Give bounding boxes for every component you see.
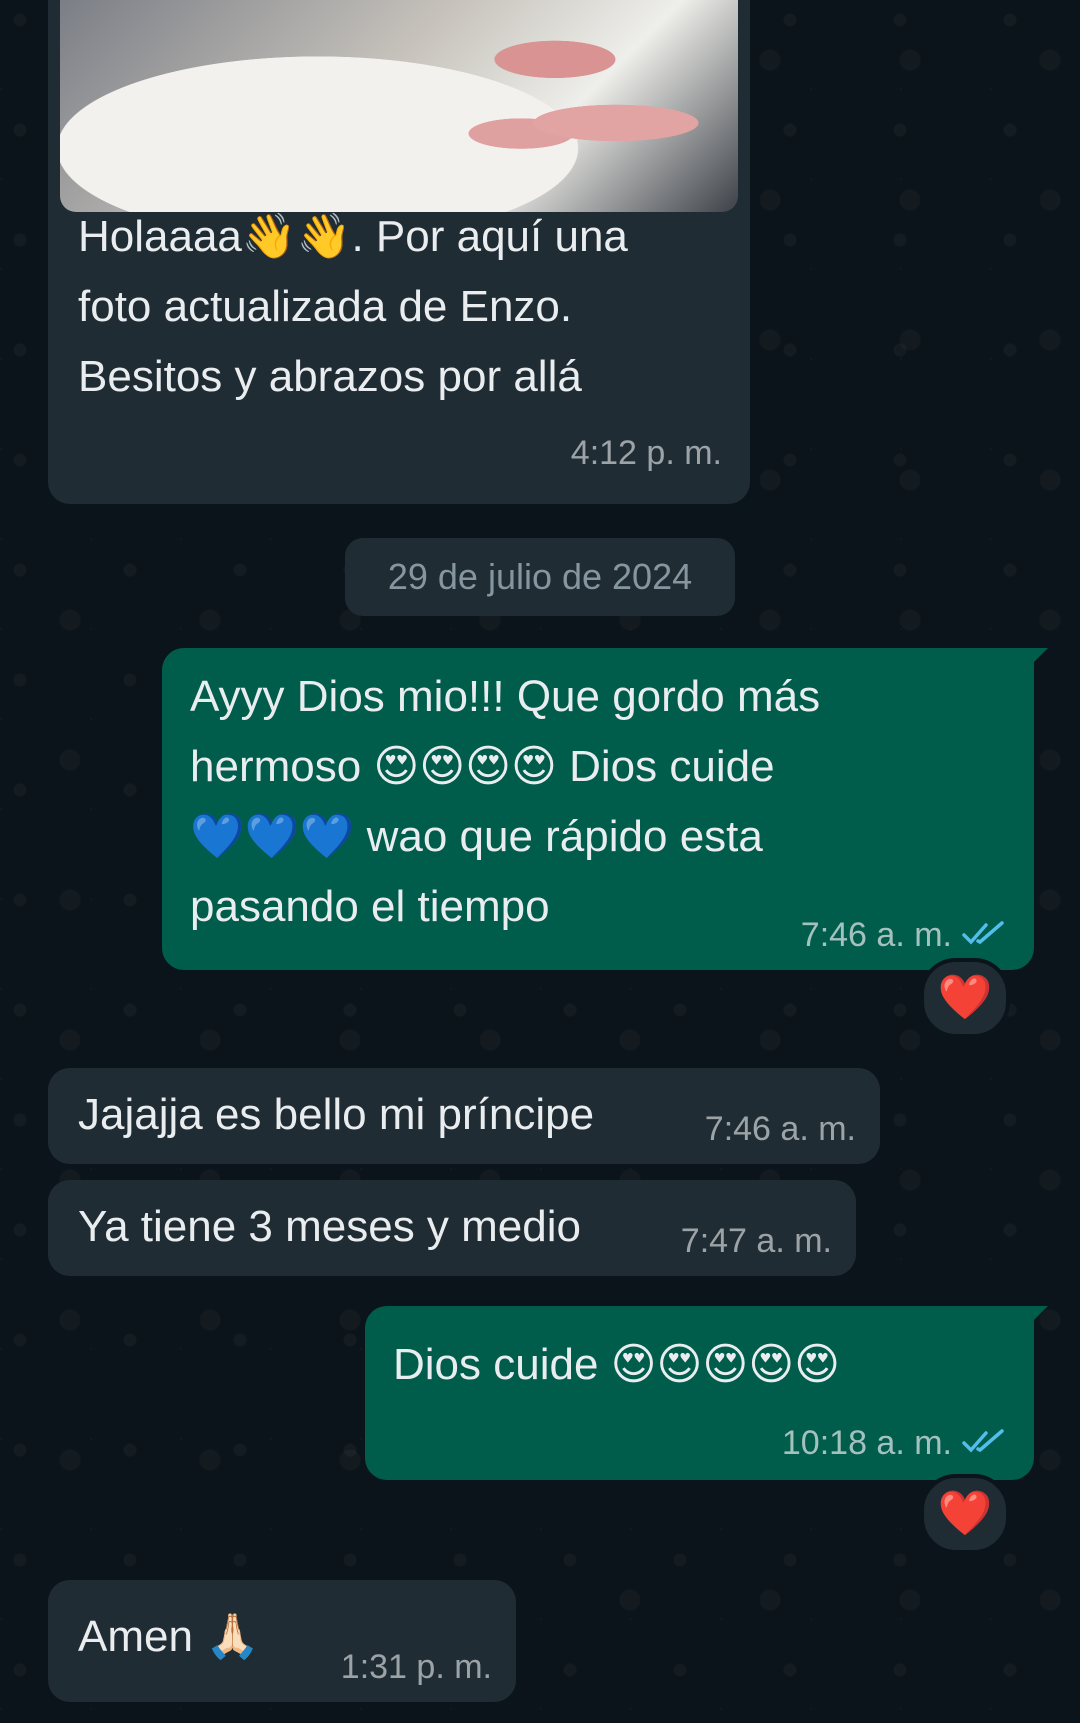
message-bubble-incoming[interactable]: Ya tiene 3 meses y medio 7:47 a. m.: [48, 1180, 856, 1276]
message-bubble-incoming[interactable]: Jajajja es bello mi príncipe 7:46 a. m.: [48, 1068, 880, 1164]
message-time: 7:46 a. m.: [704, 1110, 856, 1148]
message-time: 7:46 a. m.: [800, 916, 952, 954]
message-time: 7:47 a. m.: [680, 1222, 832, 1260]
date-divider: 29 de julio de 2024: [345, 538, 735, 616]
message-bubble-outgoing[interactable]: Dios cuide 😍😍😍😍😍 10:18 a. m.: [365, 1306, 1048, 1480]
reaction-heart[interactable]: ❤️: [920, 1474, 1010, 1554]
message-bubble-incoming-photo[interactable]: Holaaaa👋👋. Por aquí una foto actualizada…: [48, 0, 750, 504]
message-time: 10:18 a. m.: [781, 1424, 952, 1462]
message-bubble-incoming[interactable]: Amen 🙏🏻 1:31 p. m.: [48, 1580, 516, 1702]
message-time: 1:31 p. m.: [340, 1648, 492, 1686]
message-time: 4:12 p. m.: [570, 434, 722, 472]
message-text: Holaaaa👋👋. Por aquí una foto actualizada…: [78, 212, 628, 401]
baby-photo-image[interactable]: [60, 0, 738, 212]
double-check-icon: [962, 1429, 1004, 1453]
message-text: Ayyy Dios mio!!! Que gordo más hermoso 😍…: [190, 672, 821, 931]
message-bubble-outgoing[interactable]: Ayyy Dios mio!!! Que gordo más hermoso 😍…: [162, 648, 1048, 970]
message-text: Ya tiene 3 meses y medio: [78, 1202, 581, 1251]
double-check-icon: [962, 921, 1004, 945]
message-text: Jajajja es bello mi príncipe: [78, 1090, 595, 1139]
reaction-heart[interactable]: ❤️: [920, 958, 1010, 1038]
message-text: Dios cuide 😍😍😍😍😍: [393, 1340, 841, 1389]
chat-background: Holaaaa👋👋. Por aquí una foto actualizada…: [0, 0, 1080, 1723]
message-text: Amen 🙏🏻: [78, 1612, 260, 1661]
